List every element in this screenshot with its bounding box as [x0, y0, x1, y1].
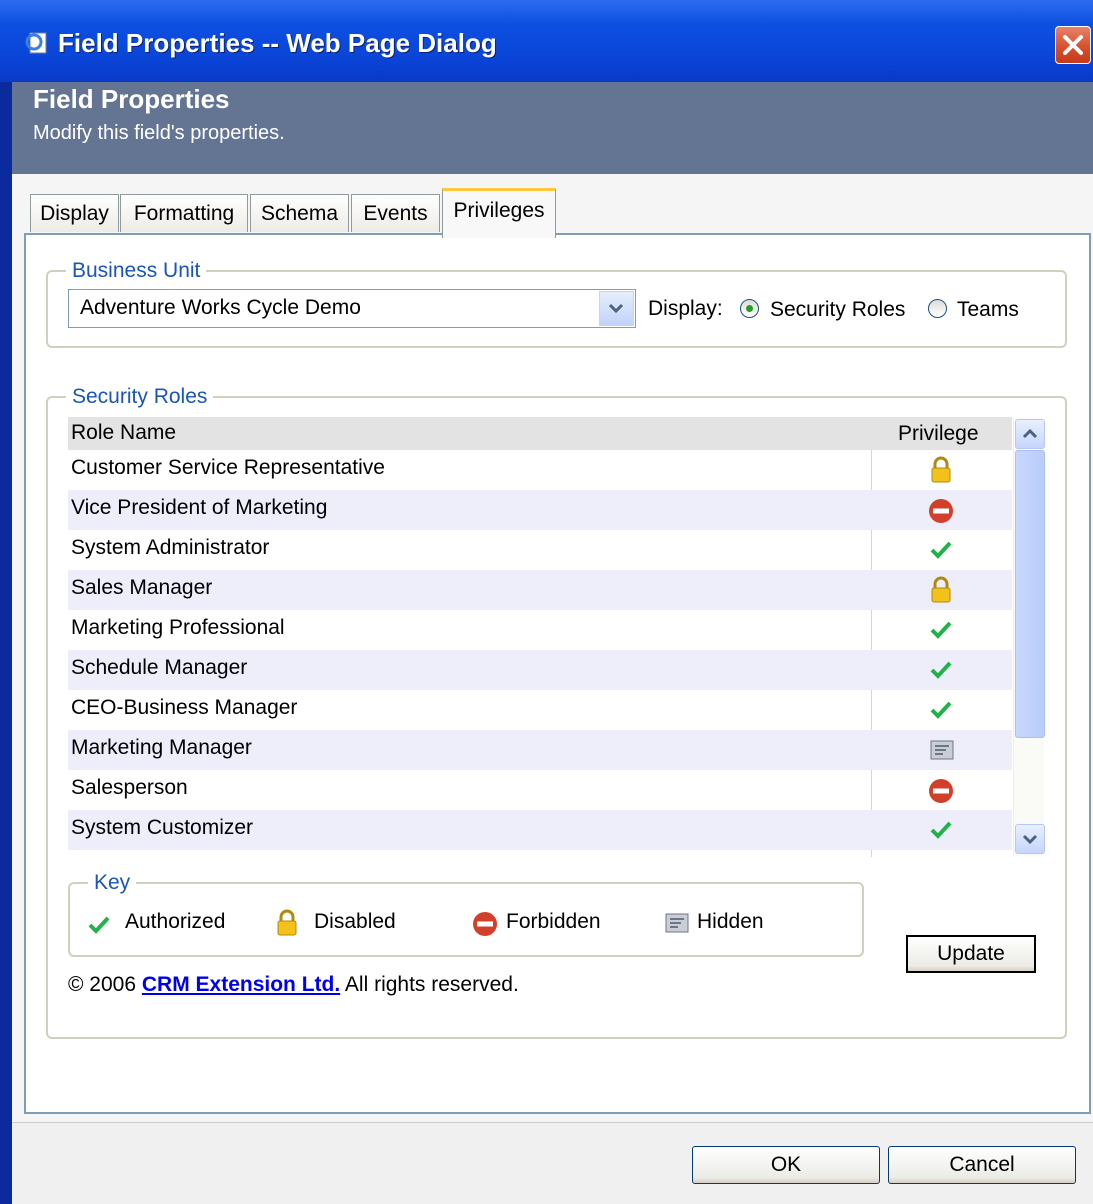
column-header-role-name[interactable]: Role Name [71, 421, 176, 445]
key-authorized-label: Authorized [125, 910, 226, 933]
table-row[interactable]: Vice President of Marketing [68, 490, 1012, 530]
business-unit-legend: Business Unit [72, 259, 201, 282]
table-row[interactable]: System Administrator [68, 530, 1012, 570]
security-roles-radio[interactable] [740, 299, 759, 318]
tab-formatting[interactable]: Formatting [120, 194, 248, 232]
crm-extension-link[interactable]: CRM Extension Ltd. [142, 973, 340, 996]
tab-display[interactable]: Display [30, 194, 119, 232]
ok-button[interactable]: OK [692, 1146, 880, 1184]
tab-panel-privileges: Business Unit Adventure Works Cycle Demo… [24, 233, 1091, 1114]
hidden-icon [930, 740, 954, 760]
role-name: Salesperson [71, 776, 188, 799]
table-header: Role Name Privilege [68, 417, 1012, 450]
role-name: Schedule Manager [71, 656, 248, 679]
key-forbidden-label: Forbidden [506, 910, 601, 933]
chevron-down-icon [1022, 834, 1038, 845]
copyright-text: © 2006 CRM Extension Ltd. All rights res… [68, 973, 519, 997]
security-roles-legend: Security Roles [72, 385, 208, 408]
scroll-thumb[interactable] [1015, 450, 1045, 738]
close-icon [1063, 35, 1083, 55]
check-icon [930, 541, 952, 559]
check-icon [930, 821, 952, 839]
role-name: Sales Manager [71, 576, 213, 599]
lock-icon [931, 456, 951, 483]
lock-icon [931, 576, 951, 603]
business-unit-value: Adventure Works Cycle Demo [80, 296, 361, 319]
dialog-body: Field Properties Modify this field's pro… [12, 82, 1093, 1204]
business-unit-select[interactable]: Adventure Works Cycle Demo [68, 289, 636, 328]
dialog-header: Field Properties Modify this field's pro… [12, 82, 1093, 174]
table-row[interactable]: Sales Manager [68, 570, 1012, 610]
key-hidden-label: Hidden [697, 910, 764, 933]
table-row[interactable]: Salesperson [68, 770, 1012, 810]
chevron-down-icon [608, 303, 624, 314]
roles-scrollbar[interactable] [1013, 418, 1045, 856]
check-icon [930, 701, 952, 719]
cancel-button[interactable]: Cancel [888, 1146, 1076, 1184]
role-name: System Administrator [71, 536, 270, 559]
check-icon [930, 621, 952, 639]
ie-page-icon [25, 32, 47, 54]
teams-radio[interactable] [928, 299, 947, 318]
role-name: Marketing Professional [71, 616, 285, 639]
tab-schema[interactable]: Schema [250, 194, 349, 232]
copyright-year: © 2006 [68, 973, 137, 996]
role-name: System Customizer [71, 816, 254, 839]
role-name: Vice President of Marketing [71, 496, 328, 519]
tab-events[interactable]: Events [351, 194, 440, 232]
dropdown-arrow[interactable] [599, 291, 634, 326]
roles-table: Role Name Privilege Customer Service Rep… [68, 417, 1012, 857]
scroll-down-button[interactable] [1015, 824, 1045, 854]
forbidden-icon [929, 779, 953, 803]
dialog-header-title: Field Properties [33, 84, 230, 114]
lock-icon [277, 909, 297, 936]
dialog-header-subtitle: Modify this field's properties. [33, 122, 285, 144]
dialog-button-bar: OK Cancel [12, 1122, 1093, 1204]
check-icon [930, 661, 952, 679]
window-titlebar: Field Properties -- Web Page Dialog [0, 0, 1093, 82]
hidden-icon [665, 913, 689, 933]
display-label: Display: [648, 297, 723, 320]
table-row[interactable]: Marketing Manager [68, 730, 1012, 770]
forbidden-icon [473, 912, 497, 936]
key-disabled-label: Disabled [314, 910, 396, 933]
role-name: Customer Service Representative [71, 456, 385, 479]
table-row[interactable]: Marketing Professional [68, 610, 1012, 650]
role-name: CEO-Business Manager [71, 696, 298, 719]
tab-privileges[interactable]: Privileges [442, 188, 556, 238]
update-button[interactable]: Update [906, 935, 1036, 973]
column-header-privilege[interactable]: Privilege [898, 422, 979, 446]
close-button[interactable] [1055, 26, 1091, 64]
table-row[interactable]: System Customizer [68, 810, 1012, 850]
table-row[interactable]: Customer Service Representative [68, 450, 1012, 490]
key-legend: Key [94, 871, 131, 894]
chevron-up-icon [1022, 428, 1038, 439]
security-roles-radio-label[interactable]: Security Roles [770, 298, 905, 322]
rights-text: All rights reserved. [344, 973, 519, 996]
scroll-up-button[interactable] [1015, 419, 1045, 449]
window-title: Field Properties -- Web Page Dialog [58, 28, 497, 58]
table-row[interactable]: CEO-Business Manager [68, 690, 1012, 730]
check-icon [88, 916, 110, 934]
role-name: Marketing Manager [71, 736, 252, 759]
forbidden-icon [929, 499, 953, 523]
teams-radio-label[interactable]: Teams [957, 298, 1019, 322]
table-row[interactable]: Schedule Manager [68, 650, 1012, 690]
